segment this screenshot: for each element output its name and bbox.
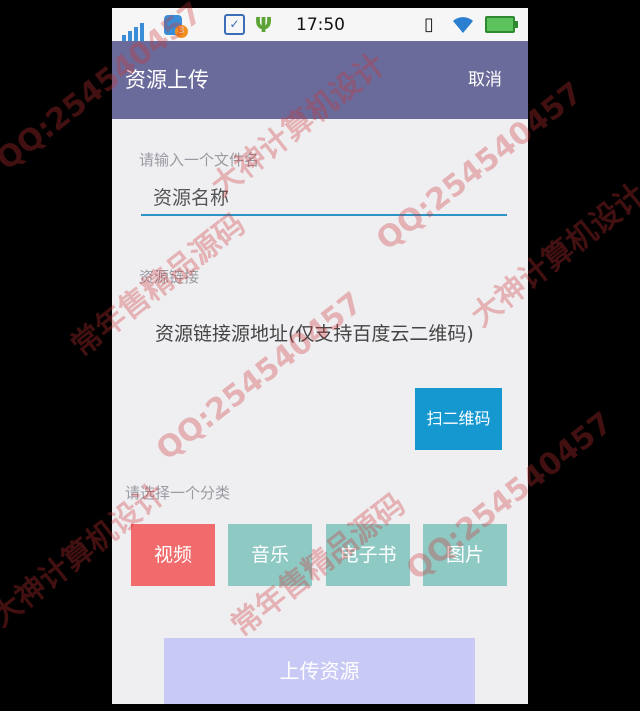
page-title: 资源上传	[125, 68, 209, 92]
name-label: 请输入一个文件名	[139, 151, 260, 169]
battery-icon	[485, 8, 518, 41]
upload-button[interactable]: 上传资源	[164, 638, 475, 704]
signal-icon	[122, 8, 146, 41]
scan-qr-button[interactable]: 扫二维码	[415, 388, 502, 450]
bag-icon: 3	[164, 8, 188, 41]
category-ebook-button[interactable]: 电子书	[326, 524, 410, 586]
check-icon: ✓	[224, 8, 245, 41]
category-music-button[interactable]: 音乐	[228, 524, 312, 586]
link-label: 资源链接	[139, 268, 200, 286]
notification-count: 3	[175, 24, 188, 38]
category-video-button[interactable]: 视频	[131, 524, 215, 586]
category-label: 请选择一个分类	[125, 484, 231, 502]
app-header: 资源上传 取消	[112, 41, 528, 119]
cancel-button[interactable]: 取消	[468, 41, 502, 119]
link-input[interactable]: 资源链接源地址(仅支持百度云二维码)	[155, 320, 485, 349]
status-bar: 3 ✓ Ψ 17:50 ▯	[112, 8, 528, 41]
usb-icon: Ψ	[255, 12, 272, 37]
phone-screen: 3 ✓ Ψ 17:50 ▯ 资源上传 取消 请输入一个文件名 资源名称 资源链接…	[112, 8, 528, 704]
category-image-button[interactable]: 图片	[423, 524, 507, 586]
name-input[interactable]: 资源名称	[141, 184, 507, 216]
no-sim-icon: ▯	[424, 14, 434, 35]
wifi-icon	[452, 8, 474, 41]
status-time: 17:50	[296, 14, 345, 35]
